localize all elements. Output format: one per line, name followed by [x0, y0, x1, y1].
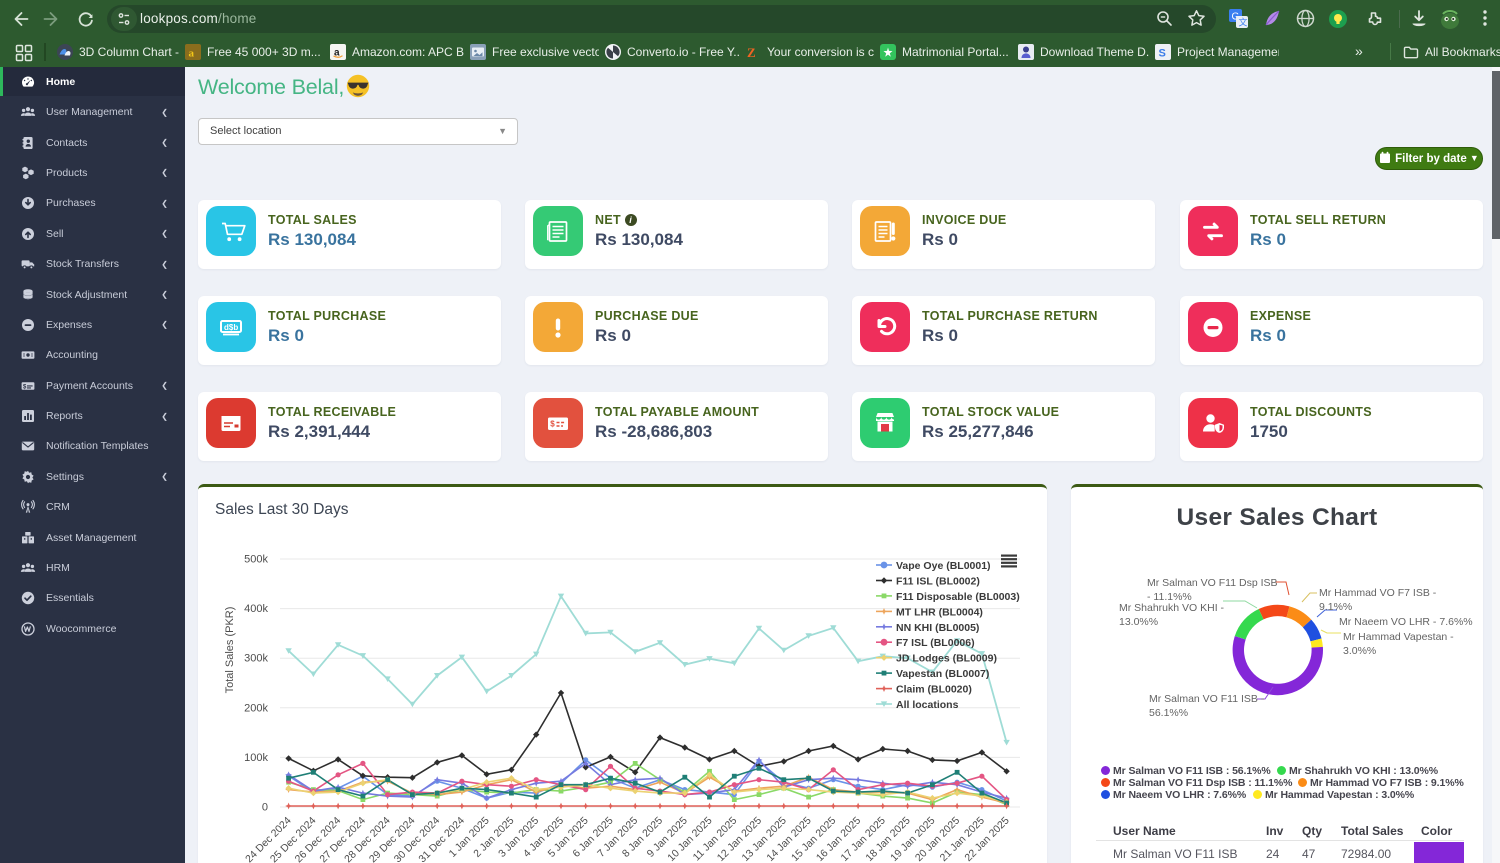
svg-text:F11 ISL (BL0002): F11 ISL (BL0002) [896, 576, 980, 588]
svg-text:MT LHR (BL0004): MT LHR (BL0004) [896, 606, 983, 618]
svg-text:Vapestan (BL0007): Vapestan (BL0007) [896, 668, 989, 680]
svg-text:400k: 400k [244, 603, 268, 615]
svg-text:文: 文 [1239, 17, 1248, 28]
svg-text:$: $ [550, 419, 555, 428]
svg-text:d$b: d$b [224, 323, 238, 332]
svg-text:JD Lodges (BL0009): JD Lodges (BL0009) [896, 653, 997, 665]
svg-text:Vape Oye (BL0001): Vape Oye (BL0001) [896, 560, 991, 572]
svg-text:F7 ISL (BL0006): F7 ISL (BL0006) [896, 637, 975, 649]
svg-text:F11 Disposable (BL0003): F11 Disposable (BL0003) [896, 591, 1020, 603]
svg-text:200k: 200k [244, 702, 268, 714]
svg-text:Z: Z [747, 45, 756, 60]
svg-text:All locations: All locations [896, 699, 959, 711]
svg-text:300k: 300k [244, 653, 268, 665]
svg-text:500k: 500k [244, 554, 268, 566]
svg-text:a: a [189, 48, 195, 60]
svg-text:NN KHI (BL0005): NN KHI (BL0005) [896, 622, 979, 634]
svg-text:0: 0 [262, 802, 268, 814]
svg-text:Total Sales (PKR): Total Sales (PKR) [224, 607, 236, 694]
svg-text:Claim (BL0020): Claim (BL0020) [896, 684, 972, 696]
svg-text:100k: 100k [244, 752, 268, 764]
svg-text:S: S [1159, 48, 1166, 60]
